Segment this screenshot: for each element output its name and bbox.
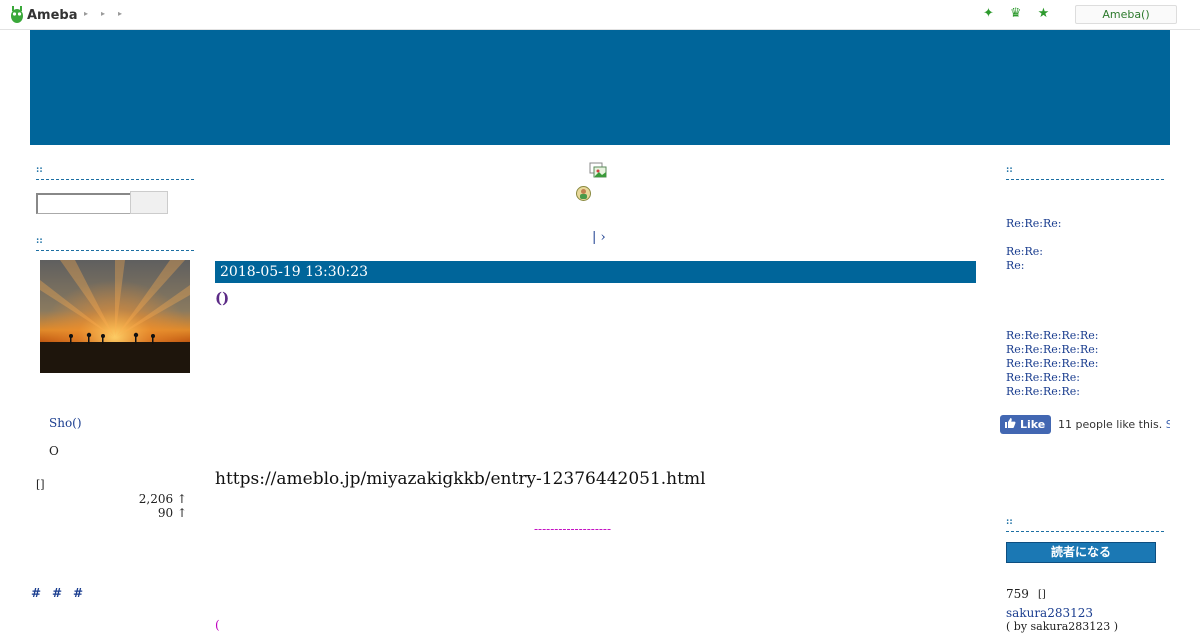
reader-count: 759 — [1006, 587, 1029, 601]
facebook-like-button[interactable]: Like — [1000, 415, 1052, 434]
sunset-photo — [40, 260, 190, 373]
comment-link[interactable]: Re:Re:Re: — [1006, 217, 1062, 231]
stat-value: 90 ↑ — [157, 506, 187, 520]
entry-date: 2018-05-19 13:30:23 — [220, 264, 369, 280]
reader-heading: :: — [1006, 517, 1164, 532]
reader-by-text: ( by sakura283123 ) — [1006, 620, 1119, 633]
blog-search-input[interactable] — [36, 193, 135, 214]
comment-link[interactable]: Re:Re:Re:Re:Re: — [1006, 343, 1099, 357]
ameba-logo-icon — [11, 6, 23, 23]
search-button[interactable] — [130, 191, 168, 214]
comment-link[interactable]: Re: — [1006, 259, 1062, 273]
reader-user-link[interactable]: sakura283123 — [1006, 606, 1093, 620]
entry-url-text[interactable]: https://ameblo.jp/miyazakigkkb/entry-123… — [215, 469, 706, 489]
comment-link[interactable]: Re:Re:Re:Re:Re: — [1006, 329, 1099, 343]
comment-list-2: Re:Re:Re:Re:Re: Re:Re:Re:Re:Re: Re:Re:Re… — [1006, 329, 1099, 399]
comment-link[interactable]: Re:Re:Re:Re: — [1006, 371, 1099, 385]
account-button[interactable]: Ameba() — [1075, 5, 1177, 24]
ameba-logo[interactable]: Ameba — [10, 6, 78, 24]
comment-link[interactable]: Re:Re: — [1006, 245, 1062, 259]
crown-icon[interactable]: ♛ — [1010, 6, 1022, 21]
sparkle-icon[interactable]: ✦ — [983, 6, 994, 21]
become-reader-button[interactable]: 読者になる — [1006, 542, 1156, 563]
user-avatar-icon[interactable] — [575, 185, 592, 205]
star-icon[interactable]: ★ — [1038, 6, 1050, 21]
comment-link[interactable]: Re:Re:Re:Re: — [1006, 385, 1099, 399]
top-icon-group: ✦ ♛ ★ — [983, 6, 1049, 21]
comment-link[interactable]: Re:Re:Re:Re:Re: — [1006, 357, 1099, 371]
breadcrumb-arrow-icon[interactable]: ▸ — [118, 9, 122, 18]
entry-title[interactable]: () — [215, 289, 229, 307]
like-count-text: 11 people like this. — [1058, 418, 1163, 431]
blog-header-banner[interactable] — [30, 30, 1170, 145]
breadcrumb-arrow-icon[interactable]: ▸ — [101, 9, 105, 18]
facebook-like-label: Like — [1020, 418, 1046, 431]
recent-comments-heading: :: — [1006, 165, 1164, 180]
search-heading: :: — [36, 165, 194, 180]
hashtag-link[interactable]: # — [73, 586, 83, 600]
thumbs-up-icon — [1004, 417, 1016, 432]
profile-name-link[interactable]: Sho() — [49, 416, 82, 430]
pager-next-link[interactable]: | › — [592, 230, 606, 245]
profile-image[interactable] — [40, 260, 190, 373]
reader-count-bracket: [] — [1038, 589, 1046, 600]
profile-description: O — [49, 444, 59, 458]
breadcrumb-arrow-icon[interactable]: ▸ — [84, 9, 88, 18]
divider-text: ------------------- — [534, 522, 612, 536]
stat-value: 2,206 ↑ — [138, 492, 187, 506]
profile-heading: :: — [36, 236, 194, 251]
breadcrumb: ▸ ▸ ▸ — [84, 9, 122, 18]
comment-list-1: Re:Re:Re: Re:Re: Re: — [1006, 217, 1062, 273]
entry-date-bar: 2018-05-19 13:30:23 — [215, 261, 976, 283]
facebook-signup-link[interactable]: S — [1166, 418, 1170, 431]
image-icon[interactable] — [589, 162, 607, 181]
facebook-like-count: 11 people like this. S — [1058, 418, 1170, 431]
hashtag-link[interactable]: # — [31, 586, 41, 600]
stats-label: [] — [36, 478, 45, 491]
logo-text: Ameba — [27, 7, 78, 23]
hashtag-link[interactable]: # — [52, 586, 62, 600]
